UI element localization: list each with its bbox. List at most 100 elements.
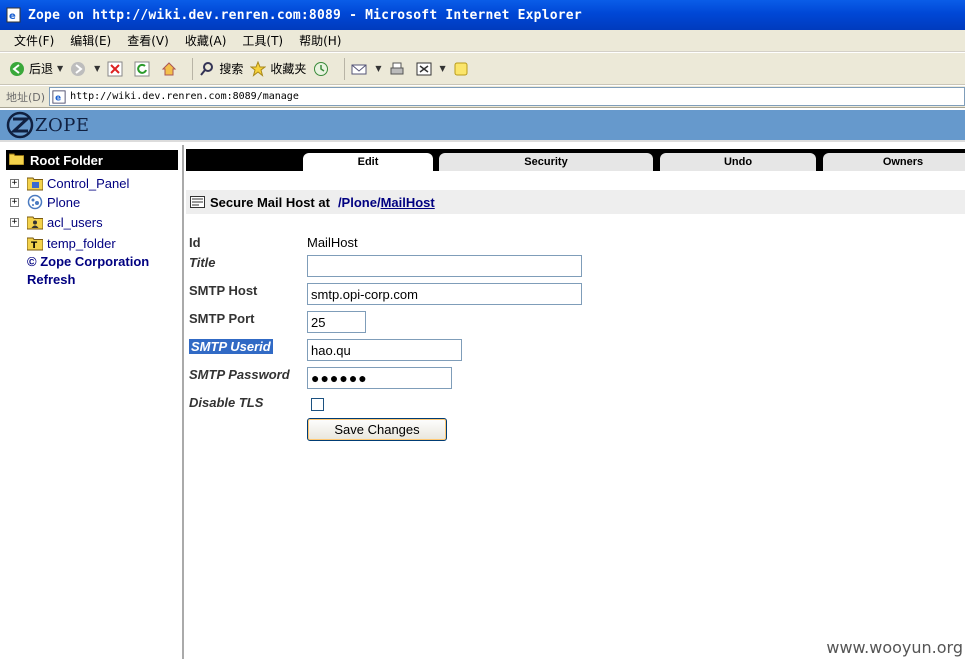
address-label: 地址(D) xyxy=(6,90,46,104)
expand-icon[interactable]: + xyxy=(10,197,19,207)
mailhost-icon xyxy=(190,196,205,208)
stop-button[interactable] xyxy=(106,60,127,78)
mail-dropdown-icon[interactable]: ▼ xyxy=(375,64,381,73)
home-button[interactable] xyxy=(160,60,181,78)
menu-view[interactable]: 查看(V) xyxy=(119,32,177,49)
tab-security[interactable]: Security xyxy=(439,153,653,171)
user-folder-icon xyxy=(27,214,43,230)
expand-icon[interactable]: + xyxy=(10,178,19,188)
smtp-port-label: SMTP Port xyxy=(189,311,255,326)
smtp-password-input[interactable]: ●●●●●● xyxy=(307,367,452,389)
tab-edit[interactable]: Edit xyxy=(303,153,433,171)
address-url: http://wiki.dev.renren.com:8089/manage xyxy=(70,91,299,102)
history-button[interactable] xyxy=(312,60,333,78)
watermark: www.wooyun.org xyxy=(826,638,963,657)
tree-item-label: acl_users xyxy=(47,214,103,230)
svg-text:e: e xyxy=(9,11,16,22)
home-icon xyxy=(160,60,178,78)
title-label: Title xyxy=(189,255,216,270)
menu-help[interactable]: 帮助(H) xyxy=(291,32,349,49)
edit-page-icon xyxy=(415,60,433,78)
page-heading: Secure Mail Host at /Plone/ MailHost xyxy=(186,190,965,214)
favorites-button[interactable]: 收藏夹 xyxy=(249,60,306,78)
back-label: 后退 xyxy=(29,62,54,76)
root-folder-link[interactable]: Root Folder xyxy=(6,150,178,170)
zope-logo-text: ZOPE xyxy=(35,114,90,136)
zope-banner: ZOPE xyxy=(0,109,965,142)
ie-page-icon: e xyxy=(6,7,21,23)
forward-button[interactable]: ▼ xyxy=(69,60,100,78)
smtp-port-input[interactable]: 25 xyxy=(307,311,366,333)
title-input[interactable] xyxy=(307,255,582,277)
print-button[interactable] xyxy=(388,60,409,78)
back-button[interactable]: 后退 ▼ xyxy=(8,60,63,78)
disable-tls-checkbox[interactable] xyxy=(311,398,324,411)
menu-bar: 文件(F) 编辑(E) 查看(V) 收藏(A) 工具(T) 帮助(H) xyxy=(0,30,965,52)
folder-icon xyxy=(8,152,25,168)
toolbar-separator xyxy=(192,57,194,80)
back-arrow-icon xyxy=(8,60,26,78)
smtp-userid-input[interactable]: hao.qu xyxy=(307,339,462,361)
tree-item-temp-folder[interactable]: T temp_folder xyxy=(10,235,116,251)
mail-icon xyxy=(350,60,368,78)
search-icon xyxy=(198,60,216,78)
tree-item-label: Control_Panel xyxy=(47,175,130,191)
menu-favorites[interactable]: 收藏(A) xyxy=(177,32,235,49)
smtp-password-label: SMTP Password xyxy=(189,367,290,382)
plone-icon xyxy=(27,194,43,210)
zope-logo[interactable]: ZOPE xyxy=(6,111,90,139)
heading-path-root[interactable]: /Plone/ xyxy=(338,195,381,210)
note-icon xyxy=(452,60,470,78)
disable-tls-label: Disable TLS xyxy=(189,395,264,410)
toolbar: 后退 ▼ ▼ 搜索 收藏夹 ▼ ▼ xyxy=(0,53,965,85)
heading-prefix: Secure Mail Host at xyxy=(210,194,330,210)
menu-edit[interactable]: 编辑(E) xyxy=(62,32,119,49)
back-dropdown-icon[interactable]: ▼ xyxy=(57,64,63,73)
tree-item-label: Plone xyxy=(47,194,81,210)
smtp-userid-label: SMTP Userid xyxy=(189,339,273,354)
tree-item-label: temp_folder xyxy=(47,235,116,251)
smtp-host-input[interactable]: smtp.opi-corp.com xyxy=(307,283,582,305)
menu-file[interactable]: 文件(F) xyxy=(6,32,62,49)
temp-folder-icon: T xyxy=(27,235,43,251)
zope-corporation-link[interactable]: © Zope Corporation xyxy=(27,254,149,269)
heading-path-link[interactable]: MailHost xyxy=(381,195,435,210)
tab-undo[interactable]: Undo xyxy=(660,153,816,171)
mail-button[interactable]: ▼ xyxy=(350,60,382,78)
toolbar-separator xyxy=(344,57,346,80)
forward-arrow-icon xyxy=(69,60,87,78)
zope-logo-icon xyxy=(6,111,34,139)
save-changes-button[interactable]: Save Changes xyxy=(307,418,447,441)
discuss-button[interactable] xyxy=(452,60,473,78)
svg-text:T: T xyxy=(31,241,38,251)
tree-item-acl-users[interactable]: + acl_users xyxy=(10,214,103,230)
ie-page-icon: e xyxy=(52,89,66,104)
refresh-icon xyxy=(133,60,151,78)
edit-button[interactable]: ▼ xyxy=(415,60,446,78)
search-button[interactable]: 搜索 xyxy=(198,60,243,78)
menu-tools[interactable]: 工具(T) xyxy=(234,32,291,49)
history-icon xyxy=(312,60,330,78)
control-panel-icon xyxy=(27,175,43,191)
main-content: Edit Security Undo Owners Secure Mail Ho… xyxy=(186,145,965,659)
forward-dropdown-icon[interactable]: ▼ xyxy=(94,64,100,73)
id-label: Id xyxy=(189,235,201,250)
refresh-button[interactable] xyxy=(133,60,154,78)
navigation-tree: Root Folder + Control_Panel + Plone + ac… xyxy=(0,145,184,659)
stop-icon xyxy=(106,60,124,78)
tab-owners[interactable]: Owners xyxy=(823,153,965,171)
window-title: Zope on http://wiki.dev.renren.com:8089 … xyxy=(28,7,582,23)
print-icon xyxy=(388,60,406,78)
expand-icon[interactable]: + xyxy=(10,217,19,227)
id-value: MailHost xyxy=(307,235,358,250)
window-title-bar: e Zope on http://wiki.dev.renren.com:808… xyxy=(0,0,965,30)
smtp-host-label: SMTP Host xyxy=(189,283,258,298)
refresh-link[interactable]: Refresh xyxy=(27,272,75,287)
address-input[interactable]: e http://wiki.dev.renren.com:8089/manage xyxy=(49,87,965,106)
tree-item-control-panel[interactable]: + Control_Panel xyxy=(10,175,129,191)
tab-strip: Edit Security Undo Owners xyxy=(186,149,965,171)
edit-dropdown-icon[interactable]: ▼ xyxy=(440,64,446,73)
root-folder-label: Root Folder xyxy=(30,152,103,168)
svg-text:e: e xyxy=(55,93,61,103)
tree-item-plone[interactable]: + Plone xyxy=(10,194,80,210)
